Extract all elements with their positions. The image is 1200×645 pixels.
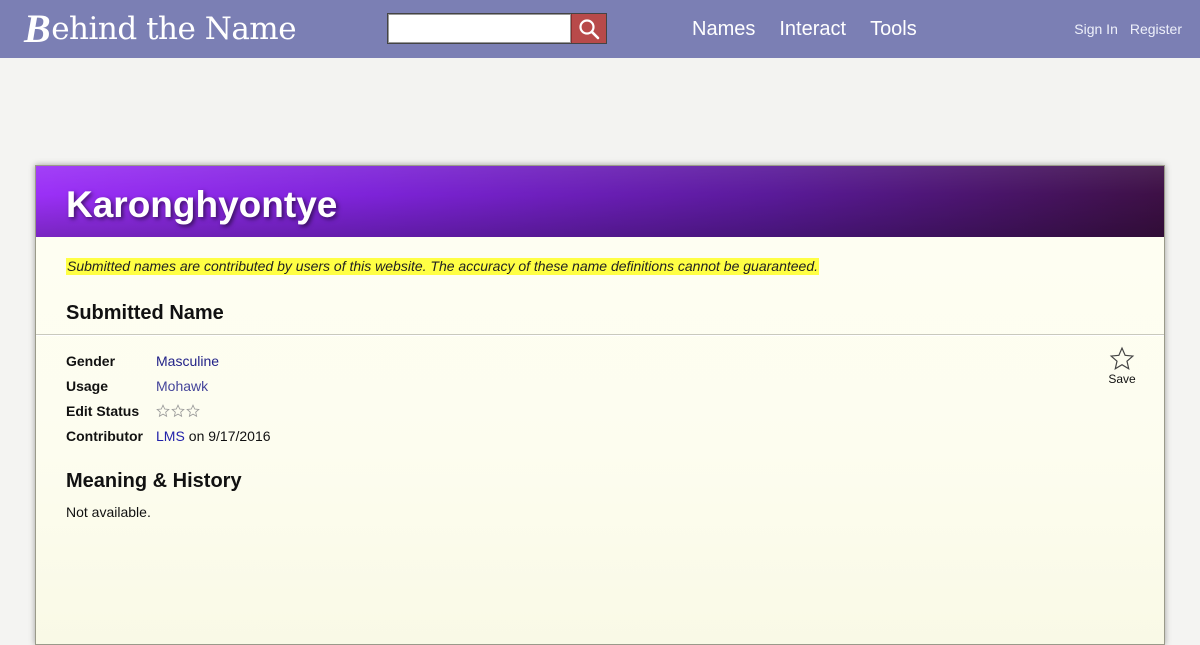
info-row-gender: Gender Masculine	[66, 348, 271, 373]
star-outline-icon	[1109, 346, 1135, 370]
logo-initial: B	[24, 6, 51, 51]
top-bar: Behind the Name Names Interact Tools Sig…	[0, 0, 1200, 58]
star-outline-icon	[186, 403, 200, 417]
account-links: Sign In Register	[1062, 0, 1182, 58]
info-row-edit-status: Edit Status	[66, 398, 271, 423]
register-link[interactable]: Register	[1130, 21, 1182, 37]
disclaimer-note: Submitted names are contributed by users…	[66, 258, 819, 275]
name-card: Karonghyontye Submitted names are contri…	[35, 165, 1165, 645]
edit-status-stars	[156, 403, 200, 418]
contributor-link[interactable]: LMS	[156, 428, 185, 444]
usage-label: Usage	[66, 377, 109, 394]
magnifier-icon	[579, 18, 600, 39]
search-box	[387, 13, 607, 44]
section-divider	[36, 334, 1164, 335]
meaning-history-heading: Meaning & History	[66, 470, 242, 492]
contributor-label: Contributor	[66, 427, 143, 444]
name-info: Gender Masculine Usage Mohawk Edit Statu…	[66, 348, 271, 448]
star-outline-icon	[156, 403, 170, 417]
gender-link[interactable]: Masculine	[156, 353, 219, 369]
edit-status-label: Edit Status	[66, 402, 140, 419]
meaning-text: Not available.	[66, 504, 151, 520]
save-label: Save	[1108, 372, 1136, 386]
name-header: Karonghyontye	[36, 166, 1164, 237]
site-logo[interactable]: Behind the Name	[24, 6, 297, 52]
search-input[interactable]	[388, 14, 571, 43]
nav-tools[interactable]: Tools	[858, 18, 929, 41]
star-outline-icon	[171, 403, 185, 417]
search-button[interactable]	[571, 14, 606, 43]
usage-link[interactable]: Mohawk	[156, 378, 208, 394]
page-title: Karonghyontye	[66, 184, 338, 225]
info-row-contributor: Contributor LMS on 9/17/2016	[66, 423, 271, 448]
contributor-date: on 9/17/2016	[188, 427, 271, 444]
main-nav: Names Interact Tools	[680, 0, 929, 58]
info-row-usage: Usage Mohawk	[66, 373, 271, 398]
gender-label: Gender	[66, 352, 116, 369]
save-button[interactable]: Save	[1104, 346, 1140, 386]
logo-text: ehind the Name	[51, 11, 297, 47]
nav-interact[interactable]: Interact	[767, 18, 858, 41]
ad-space	[100, 58, 1080, 165]
sign-in-link[interactable]: Sign In	[1074, 21, 1118, 37]
nav-names[interactable]: Names	[680, 18, 767, 41]
submitted-name-heading: Submitted Name	[66, 302, 224, 324]
